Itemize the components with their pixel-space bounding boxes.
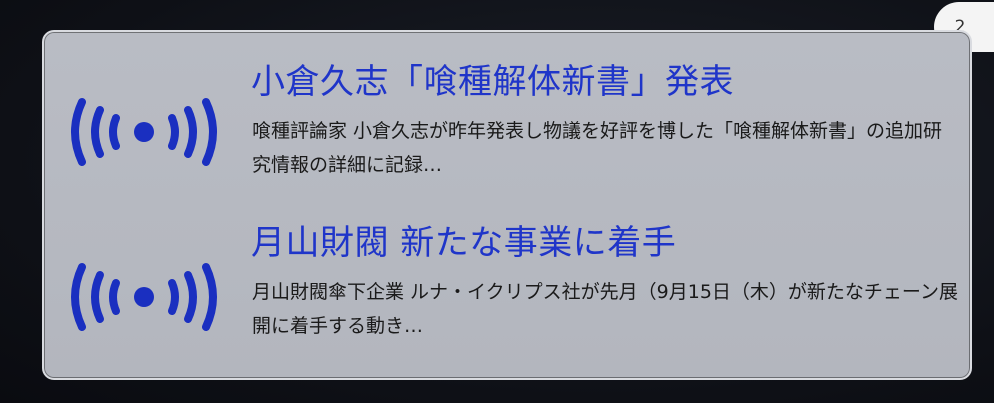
news-item[interactable]: 月山財閥 新たな事業に着手 月山財閥傘下企業 ルナ・イクリプス社が先月（9月15… [44, 197, 970, 357]
news-summary: 喰種評論家 小倉久志が昨年発表し物議を好評を博した「喰種解体新書」の追加研究情報… [252, 120, 943, 176]
news-panel: 小倉久志「喰種解体新書」発表 喰種評論家 小倉久志が昨年発表し物議を好評を博した… [42, 30, 972, 380]
broadcast-icon [71, 98, 217, 166]
news-title: 月山財閥 新たな事業に着手 [251, 223, 677, 263]
news-summary: 月山財閥傘下企業 ルナ・イクリプス社が先月（9月15日（木）が新たなチェーン展開… [252, 281, 958, 337]
broadcast-icon [71, 263, 217, 331]
news-item[interactable]: 小倉久志「喰種解体新書」発表 喰種評論家 小倉久志が昨年発表し物議を好評を博した… [44, 32, 970, 192]
news-ticker-screen: 2 小倉久志「喰種解体新書」発表 喰種評論家 小倉久志が昨年発表し物議を好評を博… [0, 0, 994, 403]
news-title: 小倉久志「喰種解体新書」発表 [251, 62, 734, 102]
